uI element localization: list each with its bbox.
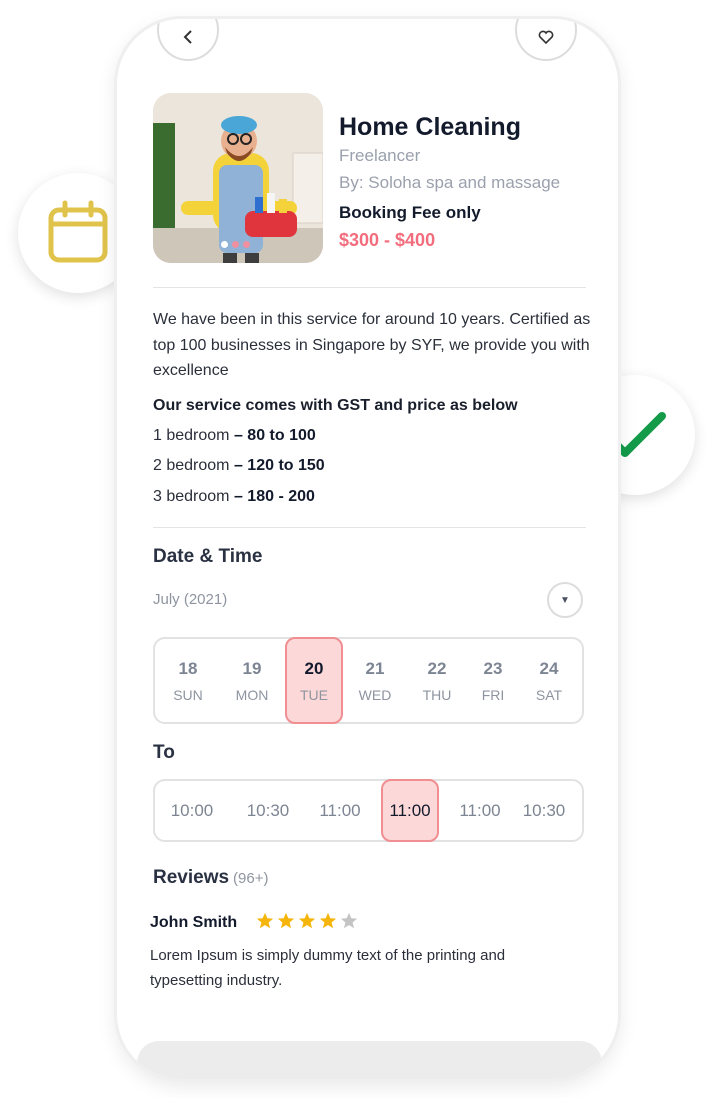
booking-fee-label: Booking Fee only — [339, 203, 481, 222]
date-picker: 18 SUN 19 MON 20 TUE 21 WED 22 THU 23 FR… — [153, 637, 584, 724]
month-label: July (2021) — [153, 591, 228, 608]
reviews-title: Reviews (96+) — [153, 867, 268, 889]
star-empty-icon — [340, 912, 358, 929]
carousel-dot[interactable] — [232, 241, 239, 248]
rate-row: 3 bedroom – 180 - 200 — [153, 488, 315, 506]
chevron-down-icon: ▼ — [560, 594, 570, 606]
stage: Home Cleaning Freelancer By: Soloha spa … — [0, 0, 714, 1098]
time-slot[interactable]: 10:30 — [515, 779, 573, 842]
service-description: We have been in this service for around … — [153, 311, 591, 379]
rate-price: – 80 to 100 — [233, 427, 316, 444]
service-subtitle: Freelancer — [339, 146, 421, 165]
time-picker: 10:00 10:30 11:00 11:00 11:00 10:30 — [153, 779, 584, 842]
day-number: 18 — [178, 658, 198, 678]
reviewer-name: John Smith — [150, 914, 238, 931]
month-dropdown-button[interactable]: ▼ — [547, 582, 583, 618]
service-pricing-heading: Our service comes with GST and price as … — [153, 397, 518, 414]
review-text: Lorem Ipsum is simply dummy text of the … — [150, 947, 506, 989]
day-number: 24 — [539, 658, 559, 678]
rate-price: – 180 - 200 — [233, 488, 315, 505]
time-slot[interactable]: 11:00 — [311, 779, 369, 842]
day-number: 22 — [427, 658, 447, 678]
reviews-label: Reviews — [153, 867, 230, 888]
day-option[interactable]: 21 WED — [346, 637, 404, 724]
carousel-dot[interactable] — [221, 241, 228, 248]
divider — [153, 287, 586, 288]
chevron-left-icon — [183, 30, 192, 44]
star-rating — [256, 912, 358, 930]
day-option-selected[interactable]: 20 TUE — [285, 637, 343, 724]
rate-price: – 120 to 150 — [233, 457, 325, 474]
day-name: THU — [422, 686, 452, 703]
day-name: TUE — [300, 686, 328, 703]
phone-screen: Home Cleaning Freelancer By: Soloha spa … — [114, 16, 621, 1082]
time-slot[interactable]: 11:00 — [451, 779, 509, 842]
day-number: 23 — [483, 658, 503, 678]
service-photo[interactable] — [153, 93, 323, 263]
rate-row: 2 bedroom – 120 to 150 — [153, 457, 325, 475]
rate-label: 2 bedroom — [153, 457, 230, 474]
carousel-dot[interactable] — [243, 241, 250, 248]
day-name: MON — [235, 686, 269, 703]
reviews-count[interactable]: (96+) — [233, 870, 268, 887]
rate-row: 1 bedroom – 80 to 100 — [153, 427, 316, 445]
day-number: 20 — [304, 658, 324, 678]
time-slot-selected[interactable]: 11:00 — [381, 779, 439, 842]
day-name: SUN — [173, 686, 203, 703]
day-number: 19 — [242, 658, 262, 678]
rate-label: 1 bedroom — [153, 427, 230, 444]
bottom-action-bar[interactable] — [137, 1041, 602, 1079]
day-option[interactable]: 24 SAT — [520, 637, 578, 724]
calendar-icon — [48, 200, 108, 263]
star-filled-icon — [298, 912, 316, 929]
service-title: Home Cleaning — [339, 113, 521, 141]
time-slot[interactable]: 10:30 — [239, 779, 297, 842]
day-name: WED — [358, 686, 392, 703]
day-option[interactable]: 23 FRI — [464, 637, 522, 724]
day-name: SAT — [535, 686, 563, 703]
star-filled-icon — [277, 912, 295, 929]
back-button[interactable] — [157, 19, 219, 61]
cleaner-illustration — [153, 93, 323, 263]
day-option[interactable]: 22 THU — [408, 637, 466, 724]
day-name: FRI — [481, 686, 505, 703]
to-title: To — [153, 742, 175, 763]
day-option[interactable]: 18 SUN — [159, 637, 217, 724]
day-option[interactable]: 19 MON — [223, 637, 281, 724]
star-filled-icon — [256, 912, 274, 929]
provider-byline[interactable]: By: Soloha spa and massage — [339, 173, 560, 193]
time-slot[interactable]: 10:00 — [163, 779, 221, 842]
star-filled-icon — [319, 912, 337, 929]
divider — [153, 527, 586, 528]
heart-icon — [538, 30, 554, 45]
favorite-button[interactable] — [515, 19, 577, 61]
image-carousel-dots[interactable] — [221, 241, 250, 248]
date-time-title: Date & Time — [153, 546, 263, 567]
price-range: $300 - $400 — [339, 230, 436, 250]
rate-label: 3 bedroom — [153, 488, 230, 505]
day-number: 21 — [365, 658, 385, 678]
